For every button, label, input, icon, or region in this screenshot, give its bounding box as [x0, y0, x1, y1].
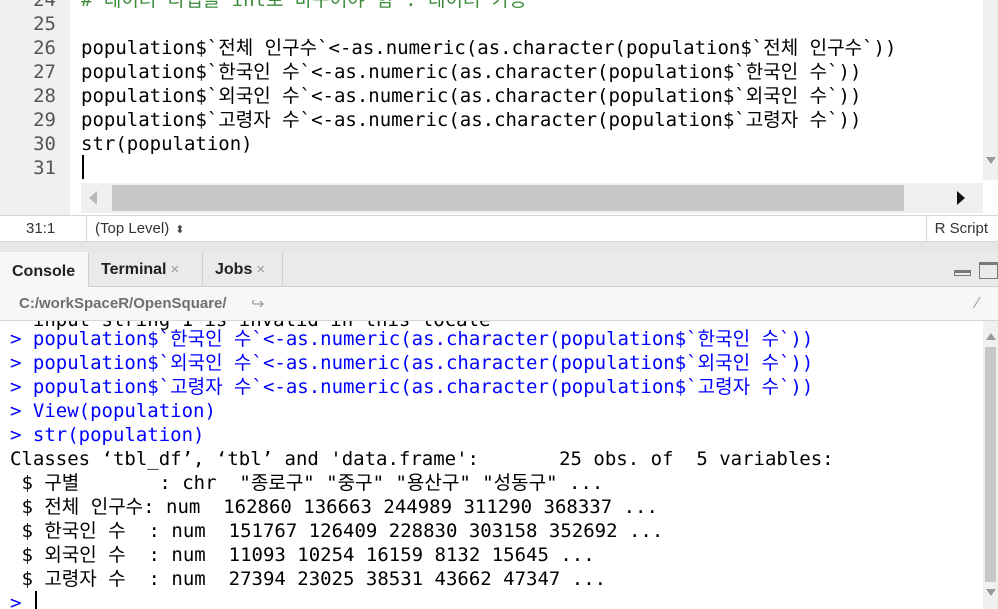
tab-label: Console	[12, 263, 76, 280]
code-line[interactable]: population$`고령자 수`<-as.numeric(as.charac…	[81, 108, 861, 132]
source-editor[interactable]: 24 25 26 27 28 29 30 31 # 데이터 타입을 int로 바…	[0, 0, 998, 215]
minimize-pane-icon[interactable]	[954, 270, 971, 276]
console-vertical-scrollbar[interactable]	[983, 321, 998, 609]
scroll-down-arrow-icon[interactable]	[986, 589, 996, 596]
console-line: $ 고령자 수 : num 27394 23025 38531 43662 47…	[10, 568, 607, 590]
updown-chevron-icon: ⬍	[175, 224, 185, 236]
console-line: $ 전체 인구수: num 162860 136663 244989 31129…	[10, 496, 658, 518]
text-cursor	[82, 155, 84, 179]
tab-jobs[interactable]: Jobs ×	[203, 252, 283, 287]
broom-icon[interactable]: ∕	[976, 295, 979, 313]
line-number: 27	[33, 61, 56, 83]
console-cursor	[35, 591, 37, 609]
close-icon[interactable]: ×	[256, 261, 265, 278]
scroll-right-arrow-icon[interactable]	[957, 191, 965, 205]
code-line[interactable]: population$`전체 인구수`<-as.numeric(as.chara…	[81, 36, 896, 60]
close-icon[interactable]: ×	[171, 261, 180, 278]
console-line: $ 구별 : chr "종로구" "중구" "용산구" "성동구" ...	[10, 472, 604, 494]
line-number: 31	[33, 157, 56, 179]
console-line: > population$`외국인 수`<-as.numeric(as.char…	[10, 352, 814, 374]
line-number: 28	[33, 85, 56, 107]
scrollbar-thumb[interactable]	[985, 347, 996, 582]
line-number: 26	[33, 37, 56, 59]
editor-vertical-scrollbar[interactable]	[983, 0, 998, 180]
working-directory-path: C:/workSpaceR/OpenSquare/	[19, 295, 227, 312]
arrow-icon[interactable]: ↪	[251, 294, 264, 314]
tab-console[interactable]: Console	[0, 252, 89, 287]
tab-label: Terminal	[101, 261, 167, 278]
code-line[interactable]: population$`외국인 수`<-as.numeric(as.charac…	[81, 84, 861, 108]
code-line[interactable]: str(population)	[81, 132, 253, 156]
scrollbar-thumb[interactable]	[112, 185, 904, 211]
console-tab-bar: Console Terminal × Jobs ×	[0, 252, 998, 287]
tab-terminal[interactable]: Terminal ×	[89, 252, 203, 287]
maximize-pane-icon[interactable]	[979, 262, 998, 279]
code-line[interactable]: # 데이터 타입을 int로 바꾸어야 함 : 데이터 가공	[81, 0, 527, 12]
console-line: > View(population)	[10, 400, 216, 422]
editor-status-bar: 31:1 (Top Level) ⬍ R Script	[0, 215, 998, 242]
file-type-selector[interactable]: R Script	[925, 216, 998, 241]
console-prompt[interactable]: >	[10, 591, 33, 609]
line-number: 25	[33, 13, 56, 35]
console-output[interactable]: input string 1 is invalid in this locale…	[0, 321, 983, 609]
working-directory-bar: C:/workSpaceR/OpenSquare/ ↪ ∕	[0, 287, 998, 321]
line-number: 29	[33, 109, 56, 131]
line-number: 30	[33, 133, 56, 155]
line-number-gutter: 24 25 26 27 28 29 30 31	[0, 0, 70, 215]
scope-dropdown[interactable]: (Top Level) ⬍	[86, 216, 184, 241]
scope-label: (Top Level)	[95, 220, 170, 237]
console-line: > population$`한국인 수`<-as.numeric(as.char…	[10, 328, 814, 350]
cursor-position: 31:1	[26, 220, 56, 237]
line-number: 24	[33, 0, 56, 11]
console-line: > population$`고령자 수`<-as.numeric(as.char…	[10, 376, 814, 398]
tab-label: Jobs	[215, 261, 253, 278]
editor-horizontal-scrollbar[interactable]	[81, 183, 983, 213]
console-line: Classes ‘tbl_df’, ‘tbl’ and 'data.frame'…	[10, 448, 834, 470]
console-line: $ 외국인 수 : num 11093 10254 16159 8132 156…	[10, 544, 595, 566]
pane-splitter[interactable]	[0, 242, 998, 252]
code-line[interactable]: population$`한국인 수`<-as.numeric(as.charac…	[81, 60, 861, 84]
scroll-down-arrow-icon[interactable]	[986, 157, 996, 164]
scroll-up-arrow-icon[interactable]	[986, 333, 996, 340]
console-line: $ 한국인 수 : num 151767 126409 228830 30315…	[10, 520, 664, 542]
scroll-left-arrow-icon[interactable]	[89, 191, 97, 205]
console-line: > str(population)	[10, 424, 205, 446]
